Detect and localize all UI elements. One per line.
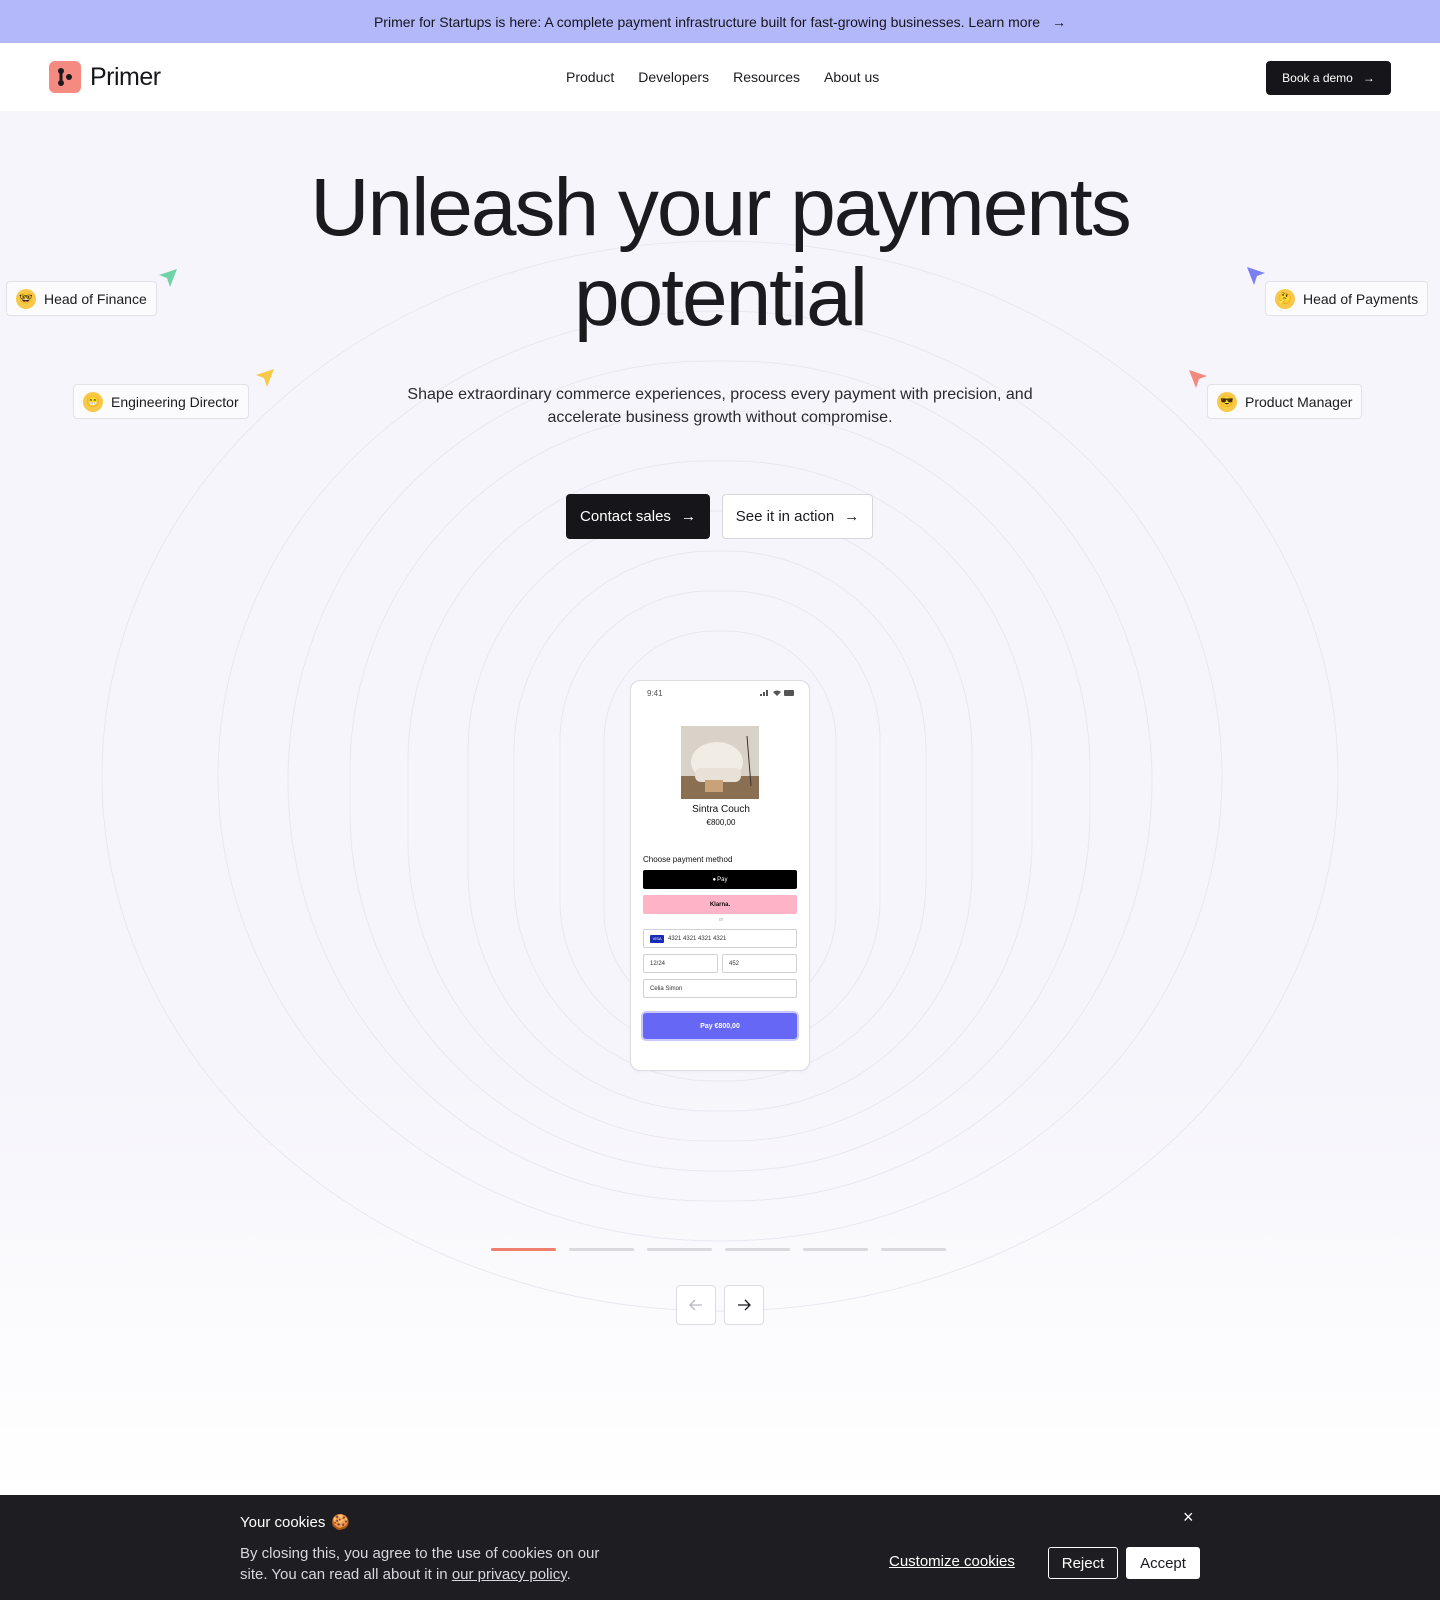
carousel-dot[interactable]	[803, 1248, 868, 1251]
contact-sales-label: Contact sales	[580, 508, 671, 525]
card-number-value: 4321 4321 4321 4321	[668, 935, 727, 942]
see-it-in-action-button[interactable]: See it in action →	[722, 494, 873, 539]
signal-icon	[760, 690, 768, 696]
product-name: Sintra Couch	[692, 804, 750, 815]
nav-developers[interactable]: Developers	[638, 69, 709, 85]
hero-title: Unleash your payments potential	[0, 163, 1440, 343]
carousel-dot[interactable]	[647, 1248, 712, 1251]
nav-about-us[interactable]: About us	[824, 69, 879, 85]
cursor-yellow-icon	[256, 369, 274, 387]
arrow-right-icon	[738, 1299, 751, 1311]
hero-section: Unleash your payments potential Shape ex…	[0, 111, 1440, 1495]
hero-subtitle-line2: accelerate business growth without compr…	[547, 409, 893, 426]
accept-button[interactable]: Accept	[1126, 1547, 1200, 1579]
primer-logo-icon	[49, 61, 81, 93]
book-demo-label: Book a demo	[1282, 71, 1353, 85]
cookie-text-line2: site. You can read all about it in	[240, 1566, 448, 1583]
site-header: Primer Product Developers Resources Abou…	[0, 43, 1440, 111]
pay-button[interactable]: Pay €800,00	[643, 1013, 797, 1039]
apple-icon: ●	[712, 876, 717, 883]
hero-title-line2: potential	[573, 252, 868, 343]
announcement-bar[interactable]: Primer for Startups is here: A complete …	[0, 0, 1440, 43]
carousel-dot[interactable]	[725, 1248, 790, 1251]
cookie-title-text: Your cookies	[240, 1513, 326, 1531]
carousel-dot[interactable]	[569, 1248, 634, 1251]
battery-icon	[784, 690, 794, 696]
cookie-text: By closing this, you agree to the use of…	[240, 1543, 640, 1585]
product-price: €800,00	[706, 818, 736, 827]
customize-cookies-link[interactable]: Customize cookies	[889, 1553, 1015, 1570]
hero-subtitle: Shape extraordinary commerce experiences…	[370, 383, 1070, 429]
reject-button[interactable]: Reject	[1048, 1547, 1118, 1579]
arrow-right-icon: →	[844, 508, 860, 525]
choose-payment-label: Choose payment method	[643, 855, 733, 864]
contact-sales-button[interactable]: Contact sales →	[566, 494, 710, 539]
carousel-dot[interactable]	[881, 1248, 946, 1251]
persona-label: Engineering Director	[111, 393, 239, 410]
carousel-nav	[676, 1285, 764, 1325]
cvc-value: 452	[729, 960, 740, 967]
logo[interactable]: Primer	[49, 61, 161, 93]
or-divider: or	[718, 917, 724, 923]
cookie-text-line1: By closing this, you agree to the use of…	[240, 1545, 600, 1562]
main-nav: Product Developers Resources About us	[566, 43, 879, 111]
cookie-text-end: .	[566, 1566, 571, 1583]
arrow-right-icon: →	[1362, 71, 1375, 85]
sunglasses-emoji-icon: 😎	[1217, 391, 1237, 412]
cursor-red-icon	[1189, 370, 1207, 388]
nav-product[interactable]: Product	[566, 69, 614, 85]
hero-cta-row: Contact sales → See it in action →	[566, 494, 873, 539]
persona-tag-head-of-finance: 🤓 Head of Finance	[6, 281, 157, 316]
cardholder-name-field[interactable]: Celia Simon	[643, 979, 797, 998]
grin-emoji-icon: 😁	[83, 391, 103, 412]
phone-status-icons	[760, 690, 795, 696]
announcement-text[interactable]: Primer for Startups is here: A complete …	[374, 14, 1040, 30]
card-number-field[interactable]: VISA 4321 4321 4321 4321	[643, 929, 797, 948]
logo-text: Primer	[90, 62, 161, 91]
carousel-prev-button[interactable]	[676, 1285, 716, 1325]
klarna-button[interactable]: Klarna.	[643, 895, 797, 914]
see-it-in-action-label: See it in action	[735, 508, 835, 525]
nerd-emoji-icon: 🤓	[16, 288, 36, 309]
carousel-dot[interactable]	[491, 1248, 556, 1251]
expiry-value: 12/24	[650, 960, 666, 967]
close-icon[interactable]: ×	[1183, 1507, 1194, 1528]
persona-label: Product Manager	[1245, 393, 1353, 410]
arrow-left-icon	[689, 1299, 702, 1311]
apple-pay-button[interactable]: ● Pay	[643, 870, 797, 889]
pay-button-label: Pay €800,00	[700, 1022, 740, 1030]
phone-time: 9:41	[647, 689, 663, 698]
persona-label: Head of Payments	[1303, 290, 1419, 307]
cookie-banner: Your cookies 🍪 By closing this, you agre…	[0, 1495, 1440, 1600]
cardholder-name-value: Celia Simon	[650, 985, 683, 992]
klarna-label: Klarna.	[709, 901, 731, 908]
hero-subtitle-line1: Shape extraordinary commerce experiences…	[407, 386, 1033, 403]
phone-mockup: 9:41 Sintra Couch €800,00 Choose payment…	[630, 680, 810, 1071]
privacy-policy-link[interactable]: our privacy policy	[452, 1566, 567, 1583]
persona-tag-engineering-director: 😁 Engineering Director	[73, 384, 249, 419]
cookie-icon: 🍪	[331, 1514, 351, 1531]
wifi-icon	[773, 690, 781, 696]
hero-title-line1: Unleash your payments	[310, 162, 1131, 253]
persona-tag-product-manager: 😎 Product Manager	[1207, 384, 1363, 419]
persona-label: Head of Finance	[44, 290, 147, 307]
visa-icon: VISA	[650, 934, 664, 943]
persona-tag-head-of-payments: 🤔 Head of Payments	[1265, 281, 1429, 316]
couch-image	[681, 726, 759, 799]
apple-pay-label: Pay	[717, 876, 728, 883]
cookie-title: Your cookies 🍪	[240, 1513, 351, 1532]
thinking-emoji-icon: 🤔	[1275, 288, 1295, 309]
carousel-next-button[interactable]	[724, 1285, 764, 1325]
cursor-green-icon	[159, 269, 177, 287]
nav-resources[interactable]: Resources	[733, 69, 800, 85]
expiry-field[interactable]: 12/24	[643, 954, 718, 973]
arrow-right-icon: →	[680, 508, 696, 525]
cvc-field[interactable]: 452	[722, 954, 797, 973]
book-demo-button[interactable]: Book a demo →	[1266, 61, 1391, 95]
arrow-right-icon: →	[1052, 13, 1067, 30]
carousel-indicators	[491, 1248, 946, 1251]
cursor-purple-icon	[1247, 267, 1265, 285]
